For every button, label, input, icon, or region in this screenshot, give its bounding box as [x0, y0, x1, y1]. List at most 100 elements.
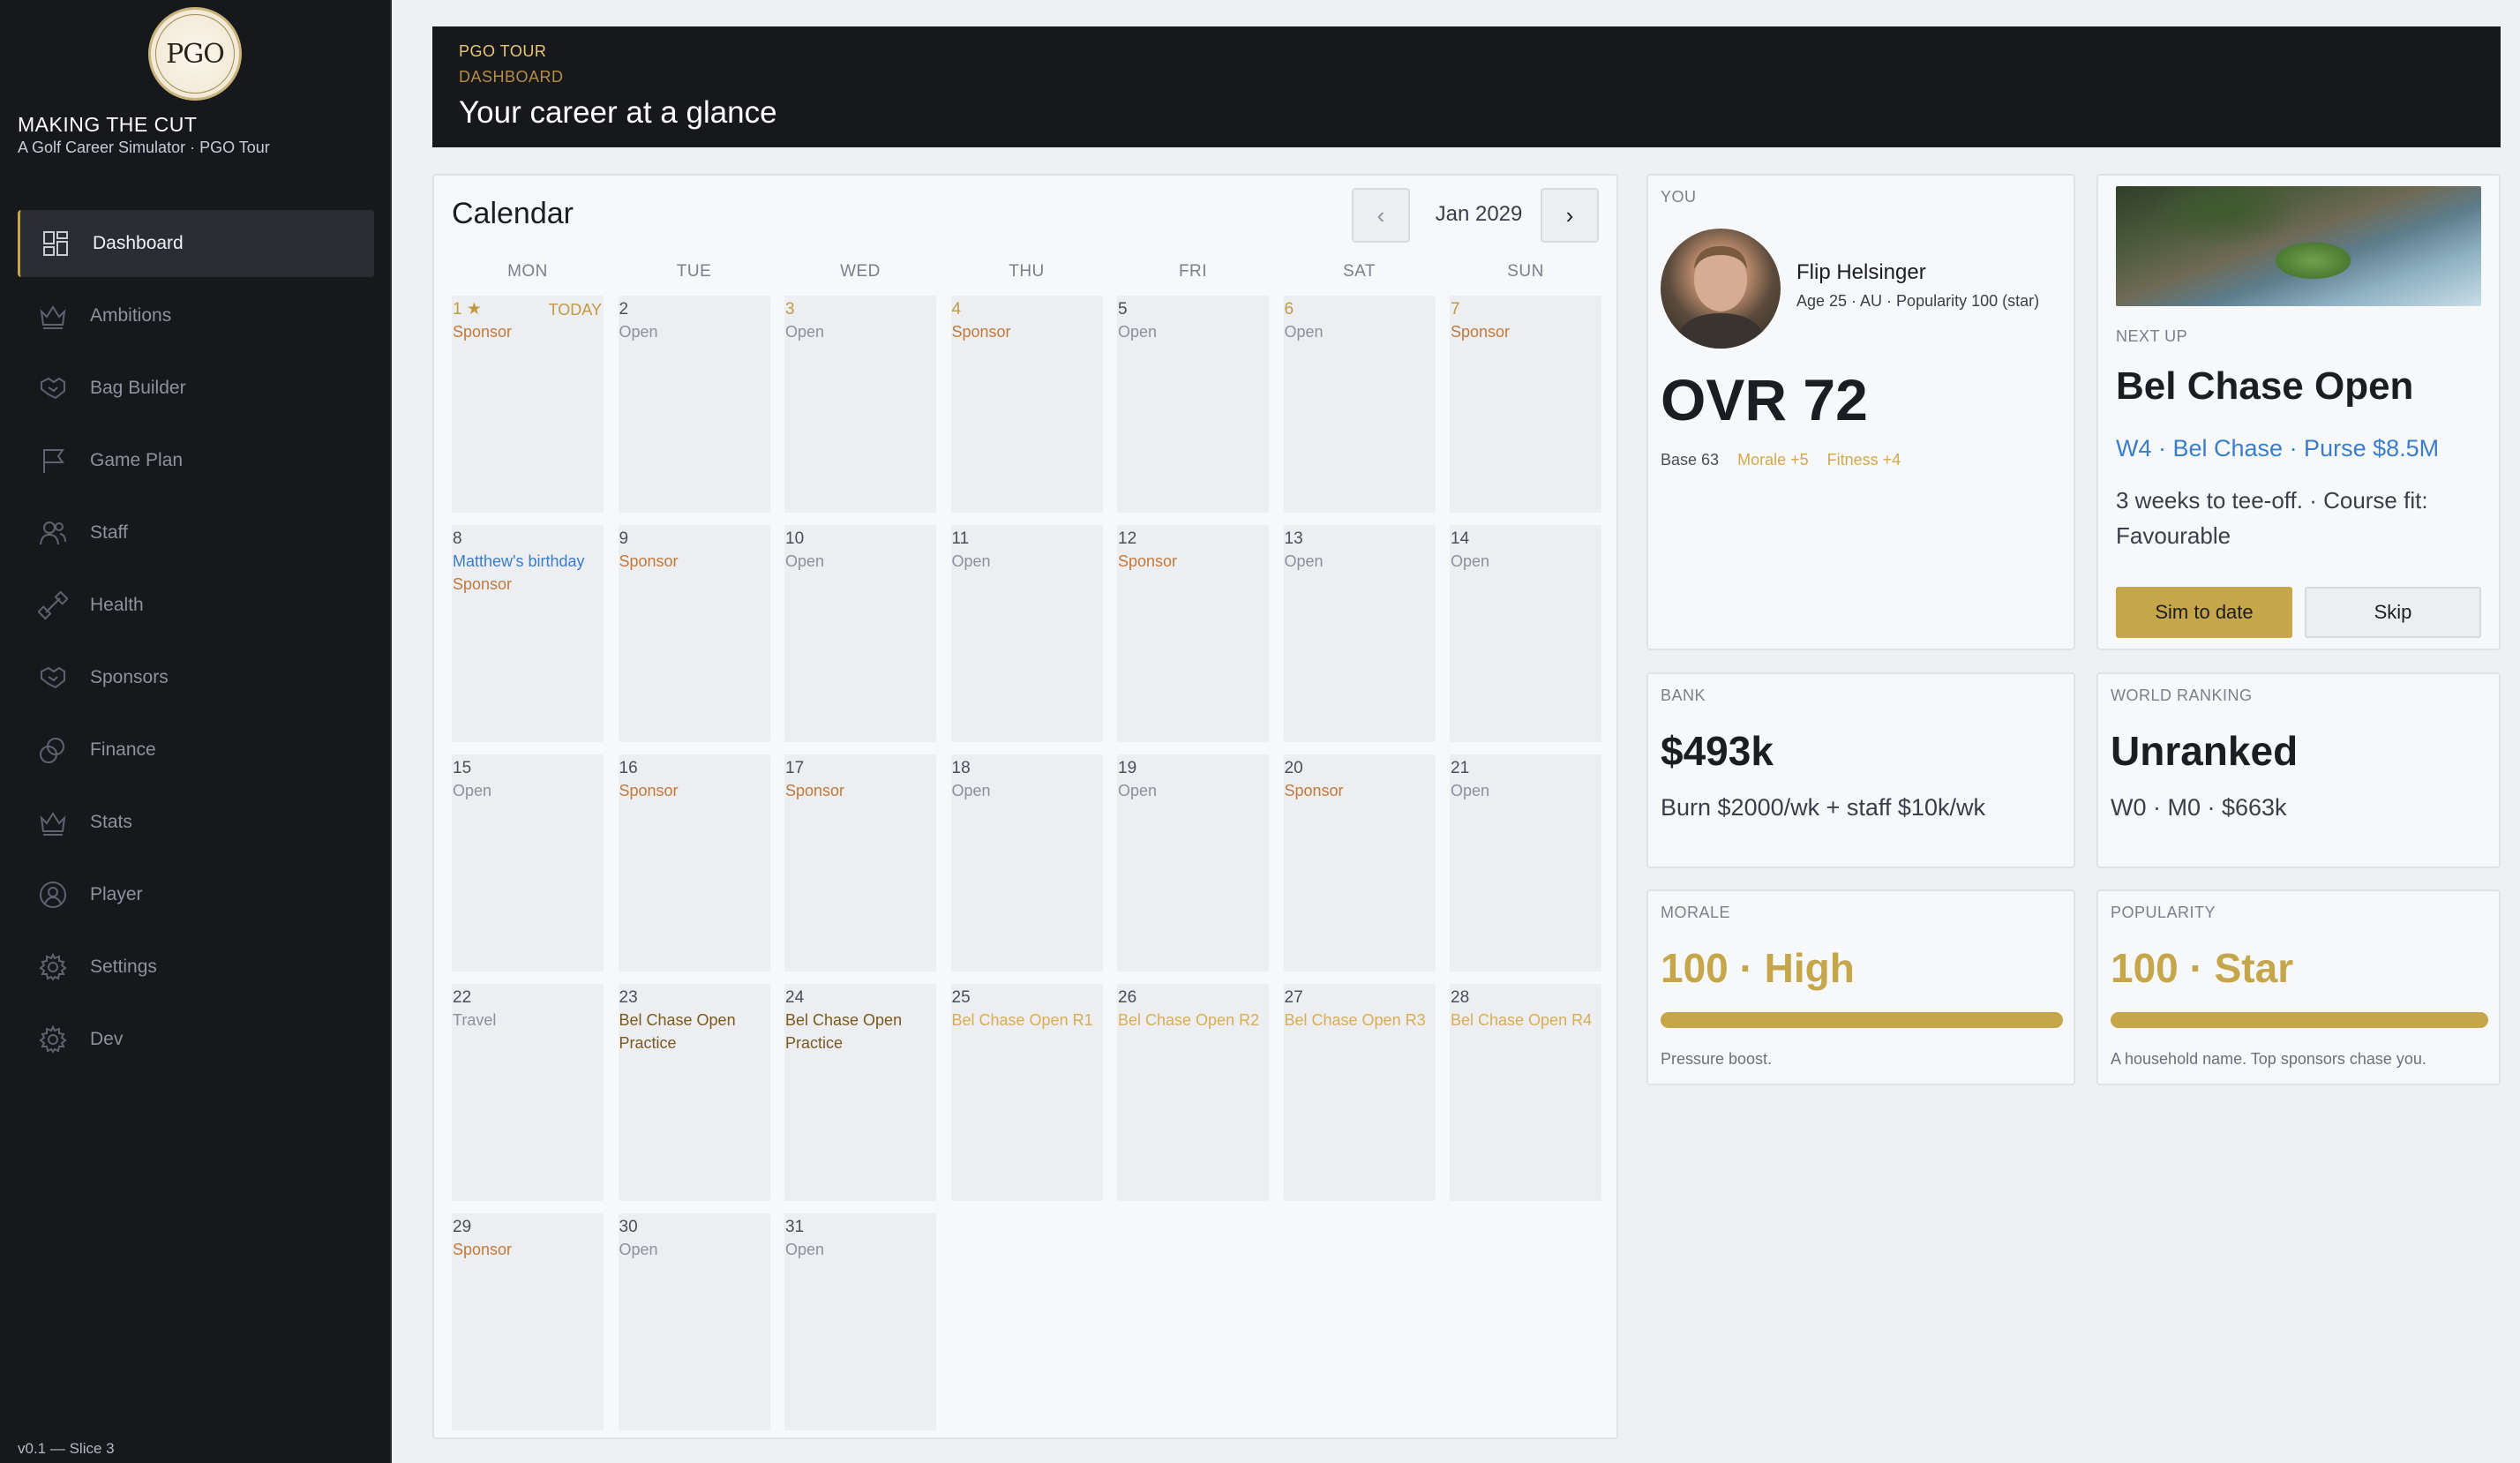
sidebar-item-label: Staff [90, 522, 128, 543]
weekday-header: SUN [1507, 262, 1544, 281]
sidebar-item-health[interactable]: Health [18, 572, 374, 639]
player-card: YOU Flip Helsinger Age 25 · AU · Popular… [1646, 174, 2075, 650]
calendar-event: Sponsor [1451, 323, 1511, 341]
sidebar-item-label: Player [90, 884, 143, 904]
calendar-event: Bel Chase Open R1 [951, 1011, 1093, 1029]
calendar-event: Bel Chase Open Practice [785, 1011, 903, 1052]
calendar-event: Open [1451, 552, 1490, 570]
calendar-event: Open [1118, 782, 1158, 799]
calendar-day-cell[interactable]: 22 Travel [452, 984, 604, 1201]
calendar-day-cell[interactable]: 15 Open [452, 754, 604, 972]
next-up-card: NEXT UP Bel Chase Open W4 · Bel Chase · … [2096, 174, 2501, 650]
popularity-note: A household name. Top sponsors chase you… [2111, 1050, 2426, 1068]
app-title: MAKING THE CUT [18, 113, 198, 136]
calendar-day-cell[interactable]: 29 Sponsor [452, 1213, 604, 1430]
calendar-day-cell[interactable]: 31 Open [784, 1213, 936, 1430]
users-icon [37, 517, 69, 549]
calendar-day-cell[interactable]: 18 Open [950, 754, 1103, 972]
sidebar: PGO MAKING THE CUT A Golf Career Simulat… [0, 0, 392, 1463]
morale-bar-fill [1661, 1012, 2063, 1028]
gear-icon [37, 1024, 69, 1055]
day-number: 7 [1451, 300, 1460, 319]
morale-bonus: Morale +5 [1737, 451, 1809, 469]
calendar-event: Open [619, 1241, 658, 1258]
calendar-day-cell[interactable]: 27 Bel Chase Open R3 [1283, 984, 1436, 1201]
calendar-day-cell[interactable]: 17 Sponsor [784, 754, 936, 972]
calendar-day-cell[interactable]: 28 Bel Chase Open R4 [1450, 984, 1601, 1201]
calendar-day-cell[interactable]: 13 Open [1283, 525, 1436, 742]
calendar-day-cell[interactable]: 24 Bel Chase Open Practice [784, 984, 936, 1201]
sidebar-item-label: Dev [90, 1029, 124, 1049]
crown-icon [37, 300, 69, 332]
sidebar-item-settings[interactable]: Settings [18, 934, 374, 1001]
sidebar-item-ambitions[interactable]: Ambitions [18, 282, 374, 349]
calendar-day-cell[interactable]: 10 Open [784, 525, 936, 742]
calendar-event: Sponsor [453, 323, 513, 341]
morale-note: Pressure boost. [1661, 1050, 1773, 1068]
calendar-day-cell[interactable]: 5 Open [1117, 296, 1269, 513]
sidebar-item-stats[interactable]: Stats [18, 789, 374, 856]
weekday-header: THU [1009, 262, 1045, 281]
calendar-event: Sponsor [1118, 552, 1178, 570]
world-ranking-card: WORLD RANKING Unranked W0 · M0 · $663k [2096, 672, 2501, 868]
calendar-day-cell[interactable]: 16 Sponsor [618, 754, 770, 972]
day-number: 26 [1118, 988, 1137, 1007]
sim-to-date-button[interactable]: Sim to date [2116, 587, 2292, 638]
calendar-event: Sponsor [619, 552, 679, 570]
calendar-day-cell[interactable]: 4 Sponsor [950, 296, 1103, 513]
sidebar-item-game-plan[interactable]: Game Plan [18, 427, 374, 494]
calendar-day-cell[interactable]: 3 Open [784, 296, 936, 513]
calendar-day-cell[interactable]: 21 Open [1450, 754, 1601, 972]
ranking-label: WORLD RANKING [2111, 686, 2253, 704]
day-number: 16 [619, 759, 638, 777]
skip-button[interactable]: Skip [2305, 587, 2481, 638]
sidebar-item-dev[interactable]: Dev [18, 1006, 374, 1073]
sidebar-item-label: Settings [90, 957, 157, 977]
calendar-day-cell[interactable]: 26 Bel Chase Open R2 [1117, 984, 1269, 1201]
sidebar-item-finance[interactable]: Finance [18, 716, 374, 784]
weekday-header: FRI [1178, 262, 1208, 281]
popularity-bar-fill [2111, 1012, 2488, 1028]
today-badge: TODAY [548, 301, 602, 319]
calendar-day-cell[interactable]: 2 Open [618, 296, 770, 513]
morale-card: MORALE 100 · High Pressure boost. [1646, 889, 2075, 1085]
calendar-day-cell[interactable]: 19 Open [1117, 754, 1269, 972]
next-event-title: Bel Chase Open [2116, 364, 2414, 408]
day-number: 22 [453, 988, 472, 1007]
calendar-day-cell[interactable]: 9 Sponsor [618, 525, 770, 742]
calendar-day-cell[interactable]: 30 Open [618, 1213, 770, 1430]
rating-breakdown: Base 63 Morale +5 Fitness +4 [1661, 451, 1915, 469]
calendar-day-cell[interactable]: 8 Matthew's birthday Sponsor [452, 525, 604, 742]
calendar-day-cell[interactable]: 25 Bel Chase Open R1 [950, 984, 1103, 1201]
calendar-day-cell[interactable]: 6 Open [1283, 296, 1436, 513]
sidebar-item-staff[interactable]: Staff [18, 499, 374, 566]
sidebar-item-player[interactable]: Player [18, 861, 374, 928]
calendar-day-cell[interactable]: 23 Bel Chase Open Practice [618, 984, 770, 1201]
day-number: 2 [619, 300, 629, 319]
weekday-header: WED [840, 262, 881, 281]
day-number: 14 [1451, 529, 1470, 548]
next-month-button[interactable]: › [1541, 188, 1599, 243]
next-event-details[interactable]: W4 · Bel Chase · Purse $8.5M [2116, 435, 2439, 462]
day-number: 31 [785, 1218, 805, 1236]
sidebar-item-sponsors[interactable]: Sponsors [18, 644, 374, 711]
sidebar-item-dashboard[interactable]: Dashboard [18, 210, 374, 277]
popularity-label: POPULARITY [2111, 904, 2216, 921]
sidebar-item-label: Health [90, 595, 144, 615]
calendar-day-cell[interactable]: 7 Sponsor [1450, 296, 1601, 513]
sidebar-item-bag-builder[interactable]: Bag Builder [18, 355, 374, 422]
day-number: 15 [453, 759, 472, 777]
prev-month-button[interactable]: ‹ [1352, 188, 1410, 243]
fitness-bonus: Fitness +4 [1826, 451, 1901, 469]
day-number: 24 [785, 988, 805, 1007]
calendar-day-cell[interactable]: 12 Sponsor [1117, 525, 1269, 742]
ranking-value: Unranked [2111, 728, 2299, 774]
day-number: 28 [1451, 988, 1470, 1007]
bank-value: $493k [1661, 728, 1774, 774]
calendar-event: Open [1118, 323, 1158, 341]
calendar-day-cell[interactable]: 14 Open [1450, 525, 1601, 742]
calendar-day-cell[interactable]: 20 Sponsor [1283, 754, 1436, 972]
calendar-day-cell[interactable]: 11 Open [950, 525, 1103, 742]
calendar-day-cell[interactable]: 1 ★ TODAY Sponsor [452, 296, 604, 513]
sidebar-item-label: Bag Builder [90, 378, 186, 398]
